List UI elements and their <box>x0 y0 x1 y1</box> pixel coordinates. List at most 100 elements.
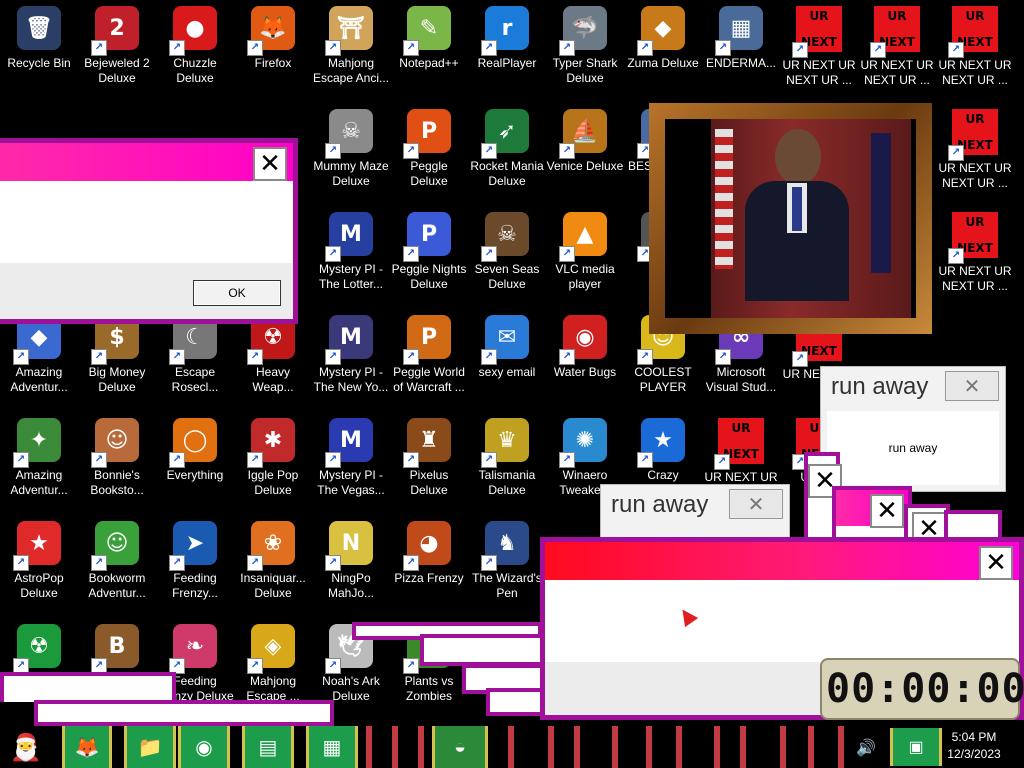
desktop-icon[interactable]: ✎ ↗ Notepad++ <box>390 6 468 106</box>
app-icon: ☠ ↗ <box>325 109 373 159</box>
taskbar-clock[interactable]: 5:04 PM 12/3/2023 <box>944 729 1004 763</box>
desktop-icon[interactable]: ➤ ↗ Feeding Frenzy... <box>156 521 234 621</box>
taskbar-app-icon[interactable]: ▤ <box>242 726 294 768</box>
desktop-icon-label: Notepad++ <box>399 56 459 70</box>
taskbar-firefox-icon[interactable]: 🦊 <box>62 726 112 768</box>
desktop-icon[interactable]: ☠ ↗ Seven Seas Deluxe <box>468 212 546 312</box>
desktop-icon[interactable]: ◕ ↗ Pizza Frenzy <box>390 521 468 621</box>
desktop-icon[interactable]: UR NEXT ↗ UR NEXT UR NEXT UR ... <box>936 6 1014 106</box>
desktop-icon-label: Feeding Frenzy... <box>172 571 218 600</box>
desktop-icon[interactable]: P ↗ Peggle World of Warcraft ... <box>390 315 468 415</box>
desktop-icon[interactable]: ✱ ↗ Iggle Pop Deluxe <box>234 418 312 518</box>
mouse-cursor <box>675 604 699 628</box>
shortcut-arrow-icon: ↗ <box>13 555 29 571</box>
taskbar-explorer-icon[interactable]: 📁 <box>124 726 176 768</box>
close-icon[interactable]: ✕ <box>979 546 1013 580</box>
timer-widget[interactable]: 00:00:00 <box>820 658 1024 720</box>
desktop-icon[interactable]: UR NEXT ↗ UR NEXT UR NEXT UR ... <box>858 6 936 106</box>
portrait-frame[interactable] <box>649 103 932 334</box>
desktop-icon[interactable]: ☾ ↗ Escape Rosecl... <box>156 315 234 415</box>
close-icon[interactable]: ✕ <box>253 147 287 181</box>
desktop-icon[interactable]: ⛩ ↗ Mahjong Escape Anci... <box>312 6 390 106</box>
desktop-icon[interactable]: P ↗ Peggle Deluxe <box>390 109 468 209</box>
desktop-icon-label: Everything <box>166 468 224 482</box>
desktop-icon-label: Venice Deluxe <box>546 159 624 173</box>
desktop-icon[interactable]: ◉ ↗ Water Bugs <box>546 315 624 415</box>
app-icon: ▲ ↗ <box>559 212 607 262</box>
desktop-icon[interactable]: ★ ↗ AstroPop Deluxe <box>0 521 78 621</box>
desktop-icon[interactable]: 🦈 ↗ Typer Shark Deluxe <box>546 6 624 106</box>
start-button[interactable]: 🎅 <box>4 728 48 766</box>
close-icon[interactable]: ✕ <box>729 489 783 519</box>
app-icon: ☢ ↗ <box>13 624 61 674</box>
desktop-icon[interactable]: ♜ ↗ Pixelus Deluxe <box>390 418 468 518</box>
app-icon: ◯ ↗ <box>169 418 217 468</box>
taskbar-stripe <box>838 726 844 768</box>
ok-button[interactable]: OK <box>193 280 281 306</box>
tray-volume-icon[interactable]: 🔊 <box>856 738 876 758</box>
app-icon: ● ↗ <box>169 6 217 56</box>
desktop-icon[interactable]: ☢ ↗ Heavy Weap... <box>234 315 312 415</box>
desktop-icon[interactable]: P ↗ Peggle Nights Deluxe <box>390 212 468 312</box>
desktop-icon[interactable]: ● ↗ Chuzzle Deluxe <box>156 6 234 106</box>
desktop-icon[interactable]: M ↗ Mystery PI - The New Yo... <box>312 315 390 415</box>
desktop-icon[interactable]: M ↗ Mystery PI - The Lotter... <box>312 212 390 312</box>
app-icon: ◕ ↗ <box>403 521 451 571</box>
desktop-icon[interactable]: ◆ ↗ Amazing Adventur... <box>0 315 78 415</box>
shortcut-arrow-icon: ↗ <box>247 555 263 571</box>
desktop-icon[interactable]: $ ↗ Big Money Deluxe <box>78 315 156 415</box>
desktop-icon-label: Pixelus Deluxe <box>409 468 449 497</box>
taskbar-stripe <box>508 726 514 768</box>
desktop-icon[interactable]: ☺ ↗ Bookworm Adventur... <box>78 521 156 621</box>
desktop-icon[interactable]: ✦ ↗ Amazing Adventur... <box>0 418 78 518</box>
desktop-icon-label: VLC media player <box>555 262 615 291</box>
desktop-icon[interactable]: 2 ↗ Bejeweled 2 Deluxe <box>78 6 156 106</box>
shortcut-arrow-icon: ↗ <box>325 452 341 468</box>
desktop-icon[interactable]: ♛ ↗ Talismania Deluxe <box>468 418 546 518</box>
desktop-icon[interactable]: 🦊 ↗ Firefox <box>234 6 312 106</box>
app-icon: 🗑 <box>17 6 61 50</box>
desktop-icon[interactable]: ☺ ↗ Bonnie's Booksto... <box>78 418 156 518</box>
shortcut-arrow-icon: ↗ <box>325 658 341 674</box>
shortcut-arrow-icon: ↗ <box>948 145 964 161</box>
taskbar-browser-icon[interactable]: ◒ <box>432 726 488 768</box>
shortcut-arrow-icon: ↗ <box>13 349 29 365</box>
desktop-icon[interactable]: ◯ ↗ Everything <box>156 418 234 518</box>
ok-dialog-titlebar[interactable]: ✕ <box>0 143 293 181</box>
close-icon[interactable]: ✕ <box>870 494 904 528</box>
dialog-titlebar[interactable] <box>545 542 1019 580</box>
desktop-icon[interactable]: ❀ ↗ Insaniquar... Deluxe <box>234 521 312 621</box>
desktop-icon[interactable]: ⛵ ↗ Venice Deluxe <box>546 109 624 209</box>
desktop-icon[interactable]: N ↗ NingPo MahJo... <box>312 521 390 621</box>
desktop-icon[interactable]: ✉ ↗ sexy email <box>468 315 546 415</box>
taskbar-window-icon[interactable]: ▦ <box>306 726 358 768</box>
desktop-icon[interactable]: ▦ ↗ ENDERMA... <box>702 6 780 106</box>
desktop-icon[interactable]: ➶ ↗ Rocket Mania Deluxe <box>468 109 546 209</box>
desktop-icon[interactable]: ♞ ↗ The Wizard's Pen <box>468 521 546 621</box>
desktop-icon[interactable]: UR NEXT ↗ UR NEXT UR NEXT UR ... <box>936 212 1014 312</box>
desktop-icon-label: Mystery PI - The Lotter... <box>318 262 384 291</box>
desktop-icon[interactable]: UR NEXT ↗ UR NEXT UR NEXT UR ... <box>780 6 858 106</box>
desktop-icon[interactable]: ▲ ↗ VLC media player <box>546 212 624 312</box>
desktop-icon[interactable]: ☠ ↗ Mummy Maze Deluxe <box>312 109 390 209</box>
desktop-icon[interactable]: M ↗ Mystery PI - The Vegas... <box>312 418 390 518</box>
shortcut-arrow-icon: ↗ <box>481 143 497 159</box>
desktop-icon[interactable]: ◆ ↗ Zuma Deluxe <box>624 6 702 106</box>
close-icon[interactable]: ✕ <box>945 371 999 401</box>
desktop-icon-label: Rocket Mania Deluxe <box>470 159 544 188</box>
desktop-icon-label: Peggle Nights Deluxe <box>391 262 467 291</box>
shortcut-arrow-icon: ↗ <box>715 349 731 365</box>
desktop-icon-label: UR NEXT UR NEXT UR ... <box>938 161 1012 190</box>
tray-network-icon[interactable]: ▣ <box>890 728 942 766</box>
shortcut-arrow-icon: ↗ <box>169 452 185 468</box>
app-icon: P ↗ <box>403 212 451 262</box>
taskbar-chrome-icon[interactable]: ◉ <box>178 726 230 768</box>
desktop-icon-label: Firefox <box>254 56 292 70</box>
desktop-icon[interactable]: r ↗ RealPlayer <box>468 6 546 106</box>
taskbar-stripe <box>676 726 682 768</box>
desktop-icon[interactable]: UR NEXT ↗ UR NEXT UR NEXT UR ... <box>936 109 1014 209</box>
desktop-icon[interactable]: 🗑 Recycle Bin <box>0 6 78 106</box>
taskbar-stripe <box>612 726 618 768</box>
desktop-icon-label: Recycle Bin <box>7 56 71 70</box>
app-icon: ◉ ↗ <box>559 315 607 365</box>
